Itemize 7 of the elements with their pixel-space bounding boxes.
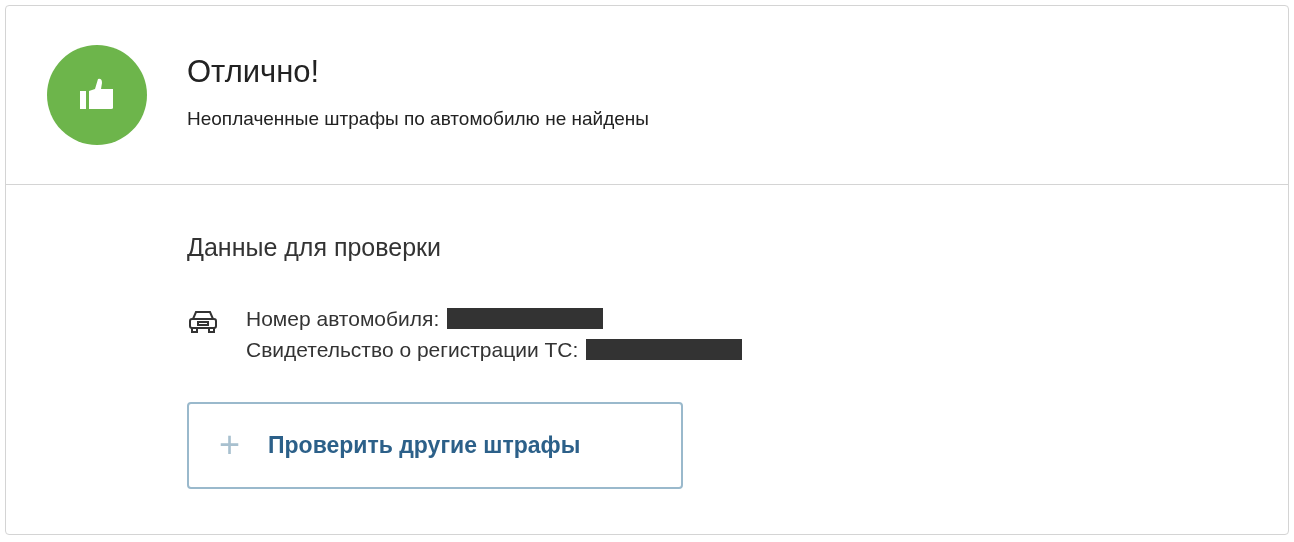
section-heading: Данные для проверки — [187, 232, 442, 263]
result-message: Неоплаченные штрафы по автомобилю не найдены — [187, 107, 649, 132]
result-title: Отлично! — [187, 56, 321, 88]
car-icon — [187, 308, 219, 335]
field-label: Свидетельство о регистрации ТС: — [246, 336, 579, 363]
check-other-fines-button[interactable]: + Проверить другие штрафы — [187, 401, 683, 489]
field-label: Номер автомобиля: — [246, 305, 440, 332]
